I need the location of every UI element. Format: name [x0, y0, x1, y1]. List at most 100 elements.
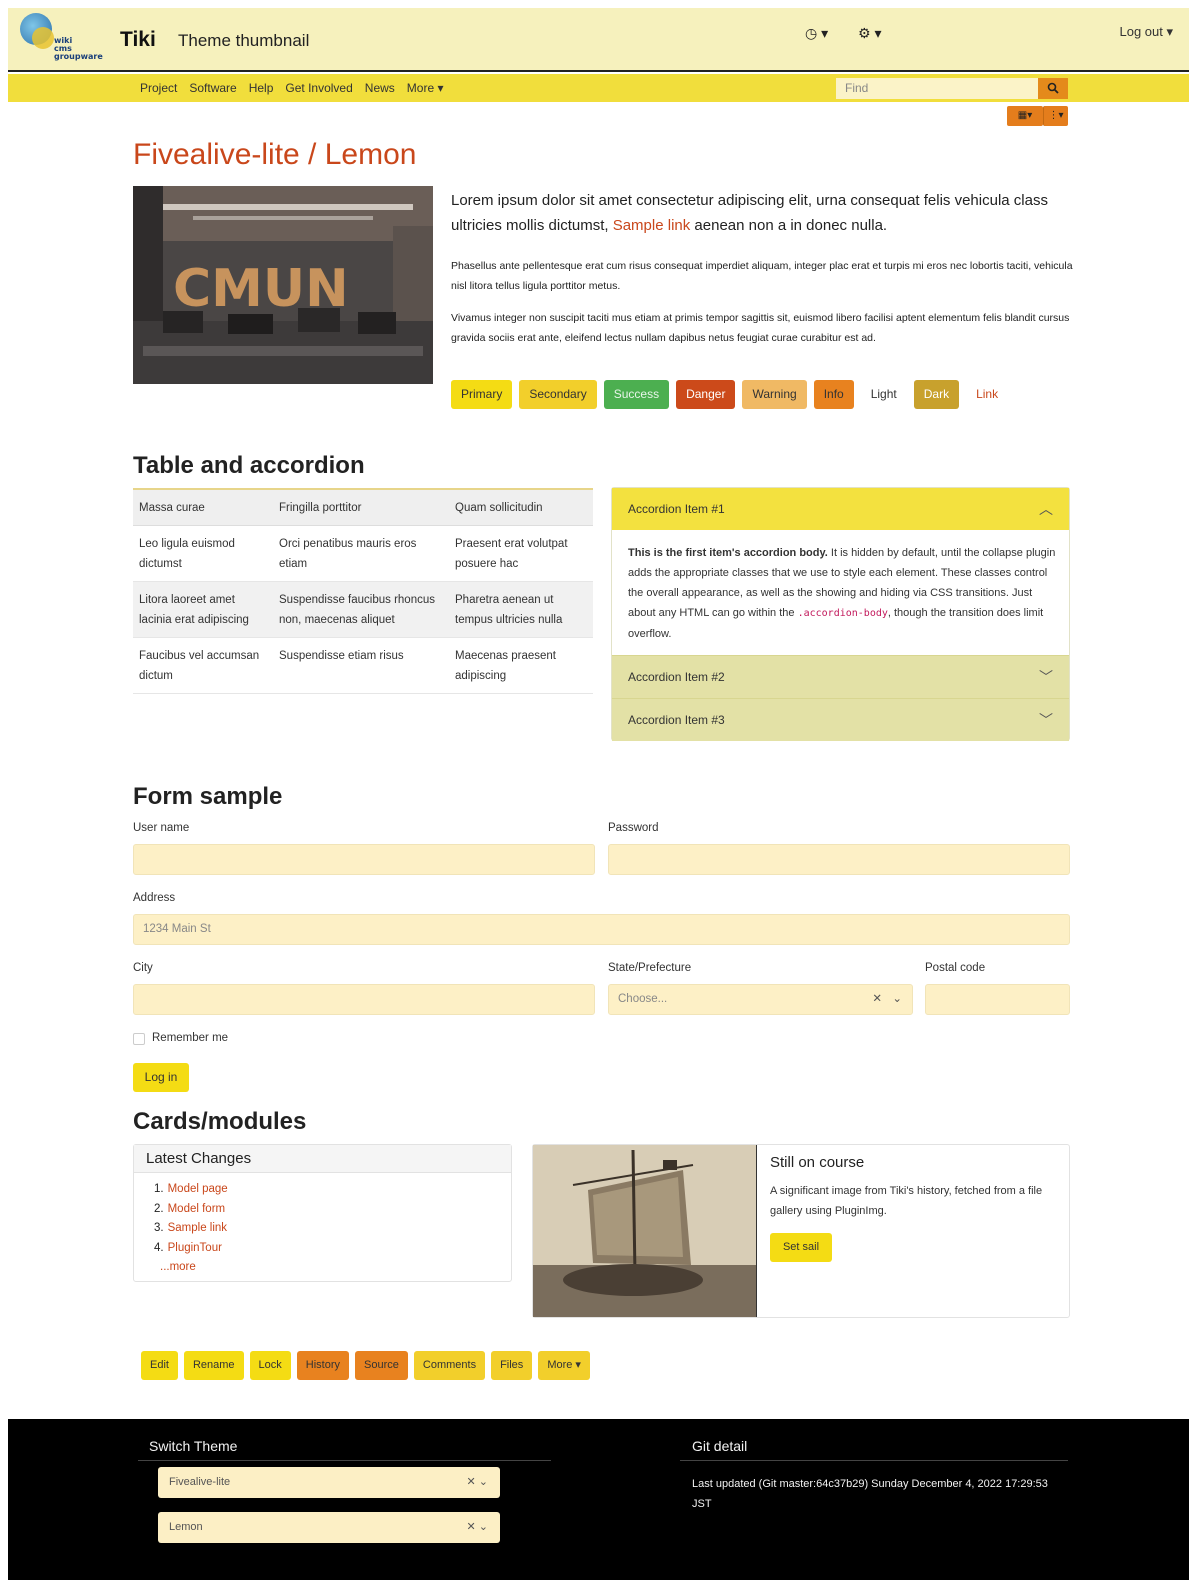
postal-code-field[interactable] — [925, 984, 1070, 1015]
danger-button[interactable]: Danger — [676, 380, 736, 409]
table-cell: Maecenas praesent adipiscing — [455, 650, 557, 682]
nav-item-software[interactable]: Software — [189, 81, 236, 95]
nav-item-project[interactable]: Project — [140, 81, 177, 95]
chevron-up-icon: ︿ — [1039, 501, 1053, 517]
logout-menu[interactable]: Log out ▾ — [1119, 24, 1173, 40]
switch-theme-heading: Switch Theme — [149, 1438, 238, 1454]
latest-changes-title: Latest Changes — [134, 1145, 511, 1173]
accordion-item-1-header[interactable]: Accordion Item #1 ︿ — [612, 488, 1069, 530]
info-button[interactable]: Info — [813, 380, 854, 409]
clear-icon[interactable]: ✕ — [872, 985, 882, 1014]
link-button[interactable]: Link — [966, 380, 1008, 409]
nav-item-get-involved[interactable]: Get Involved — [285, 81, 352, 95]
nav-item-news[interactable]: News — [365, 81, 395, 95]
address-field[interactable]: 1234 Main St — [133, 914, 1070, 945]
state-label: State/Prefecture — [608, 962, 692, 974]
list-item[interactable]: 4. PluginTour — [154, 1239, 511, 1259]
column-header: Fringilla porttitor — [279, 502, 362, 514]
secondary-button[interactable]: Secondary — [519, 380, 597, 409]
remember-checkbox[interactable] — [133, 1033, 145, 1045]
search-input[interactable]: Find — [836, 78, 1038, 99]
magnifier-icon — [1047, 82, 1059, 94]
top-header: wiki cms groupware Tiki Theme thumbnail … — [8, 8, 1189, 72]
postal-code-label: Postal code — [925, 962, 986, 974]
state-select[interactable]: Choose... ✕ ⌄ — [608, 984, 913, 1015]
table-cell: Leo ligula euismod dictumst — [139, 538, 235, 570]
address-label: Address — [133, 892, 176, 904]
clock-icon[interactable]: ◷ ▾ — [805, 25, 828, 42]
theme-option-select[interactable]: Lemon ✕ ⌄ — [158, 1512, 500, 1543]
divider — [680, 1460, 1068, 1461]
sample-table: Massa curae Fringilla porttitor Quam sol… — [133, 488, 593, 694]
cogs-icon[interactable]: ⚙ ▾ — [858, 25, 881, 42]
accordion-item-2-header[interactable]: Accordion Item #2 ﹀ — [612, 655, 1069, 698]
light-button[interactable]: Light — [860, 380, 907, 409]
more-actions-button[interactable]: More ▾ — [538, 1351, 590, 1380]
list-item[interactable]: 1. Model page — [154, 1180, 511, 1200]
rename-button[interactable]: Rename — [183, 1351, 244, 1380]
set-sail-button[interactable]: Set sail — [770, 1233, 832, 1262]
table-cell: Faucibus vel accumsan dictum — [139, 650, 260, 682]
page-frame: wiki cms groupware Tiki Theme thumbnail … — [8, 8, 1189, 1580]
password-field[interactable] — [608, 844, 1070, 875]
table-cell: Suspendisse etiam risus — [279, 650, 404, 662]
clear-chevron-icon: ✕ ⌄ — [466, 1521, 489, 1533]
chevron-down-icon: ﹀ — [1039, 669, 1053, 685]
column-header: Quam sollicitudin — [455, 502, 543, 514]
table-row: Leo ligula euismod dictumst Orci penatib… — [133, 526, 593, 582]
column-header: Massa curae — [139, 502, 205, 514]
table-cell: Suspendisse faucibus rhoncus non, maecen… — [279, 594, 435, 626]
table-cell: Orci penatibus mauris eros etiam — [279, 538, 417, 570]
image-card-title: Still on course — [770, 1154, 865, 1171]
chevron-down-icon: ﹀ — [1039, 712, 1053, 728]
nav-item-more[interactable]: More ▾ — [407, 81, 444, 95]
page-options-button[interactable]: ⋮▾ — [1043, 106, 1068, 126]
history-button[interactable]: History — [296, 1351, 350, 1380]
files-button[interactable]: Files — [491, 1351, 533, 1380]
image-card-text: A significant image from Tiki's history,… — [770, 1185, 1043, 1217]
sample-link[interactable]: Sample link — [613, 217, 691, 234]
form-section-heading: Form sample — [133, 783, 283, 810]
username-field[interactable] — [133, 844, 595, 875]
page-actions: Edit Rename Lock History Source Comments… — [141, 1351, 590, 1380]
tiki-logo[interactable]: wiki cms groupware — [20, 13, 103, 63]
latest-changes-card: Latest Changes 1. Model page 2. Model form… — [133, 1144, 512, 1282]
list-item[interactable]: 2. Model form — [154, 1200, 511, 1220]
table-row: Litora laoreet amet lacinia erat adipisc… — [133, 581, 593, 638]
login-button[interactable]: Log in — [133, 1063, 189, 1092]
logo-accent-icon — [32, 27, 54, 49]
divider — [138, 1460, 551, 1461]
image-card: Still on course A significant image from… — [532, 1144, 1070, 1318]
primary-button[interactable]: Primary — [451, 380, 513, 409]
edit-button[interactable]: Edit — [141, 1351, 178, 1380]
password-label: Password — [608, 822, 659, 834]
nav-item-help[interactable]: Help — [249, 81, 274, 95]
raft-photo — [533, 1145, 757, 1317]
comments-button[interactable]: Comments — [413, 1351, 486, 1380]
list-item[interactable]: 3. Sample link — [154, 1219, 511, 1239]
accordion-item-1-body: This is the first item's accordion body.… — [628, 547, 1056, 640]
git-detail-text: Last updated (Git master:64c37b29) Sunda… — [692, 1478, 1048, 1510]
warning-button[interactable]: Warning — [742, 380, 807, 409]
source-button[interactable]: Source — [355, 1351, 408, 1380]
page-tools-button[interactable]: ▦▾ — [1007, 106, 1043, 126]
success-button[interactable]: Success — [603, 380, 670, 409]
lead-paragraph: Lorem ipsum dolor sit amet consectetur a… — [451, 192, 1048, 234]
city-field[interactable] — [133, 984, 595, 1015]
search-button[interactable] — [1038, 78, 1068, 99]
more-link[interactable]: ...more — [154, 1258, 511, 1278]
table-section-heading: Table and accordion — [133, 452, 365, 479]
accordion: Accordion Item #1 ︿ This is the first it… — [611, 487, 1070, 741]
accordion-item-3-header[interactable]: Accordion Item #3 ﹀ — [612, 698, 1069, 741]
table-cell: Litora laoreet amet lacinia erat adipisc… — [139, 594, 249, 626]
lock-button[interactable]: Lock — [249, 1351, 291, 1380]
city-label: City — [133, 962, 153, 974]
site-subtitle: Theme thumbnail — [178, 31, 310, 50]
main-nav: Project Software Help Get Involved News … — [8, 74, 1189, 102]
footer: Switch Theme Fivealive-lite ✕ ⌄ Lemon ✕ … — [8, 1419, 1189, 1580]
brand-name[interactable]: Tiki — [120, 28, 156, 52]
body-paragraph-2: Vivamus integer non suscipit taciti mus … — [451, 312, 1070, 344]
theme-select[interactable]: Fivealive-lite ✕ ⌄ — [158, 1467, 500, 1498]
table-header-row: Massa curae Fringilla porttitor Quam sol… — [133, 489, 593, 526]
dark-button[interactable]: Dark — [913, 380, 960, 409]
